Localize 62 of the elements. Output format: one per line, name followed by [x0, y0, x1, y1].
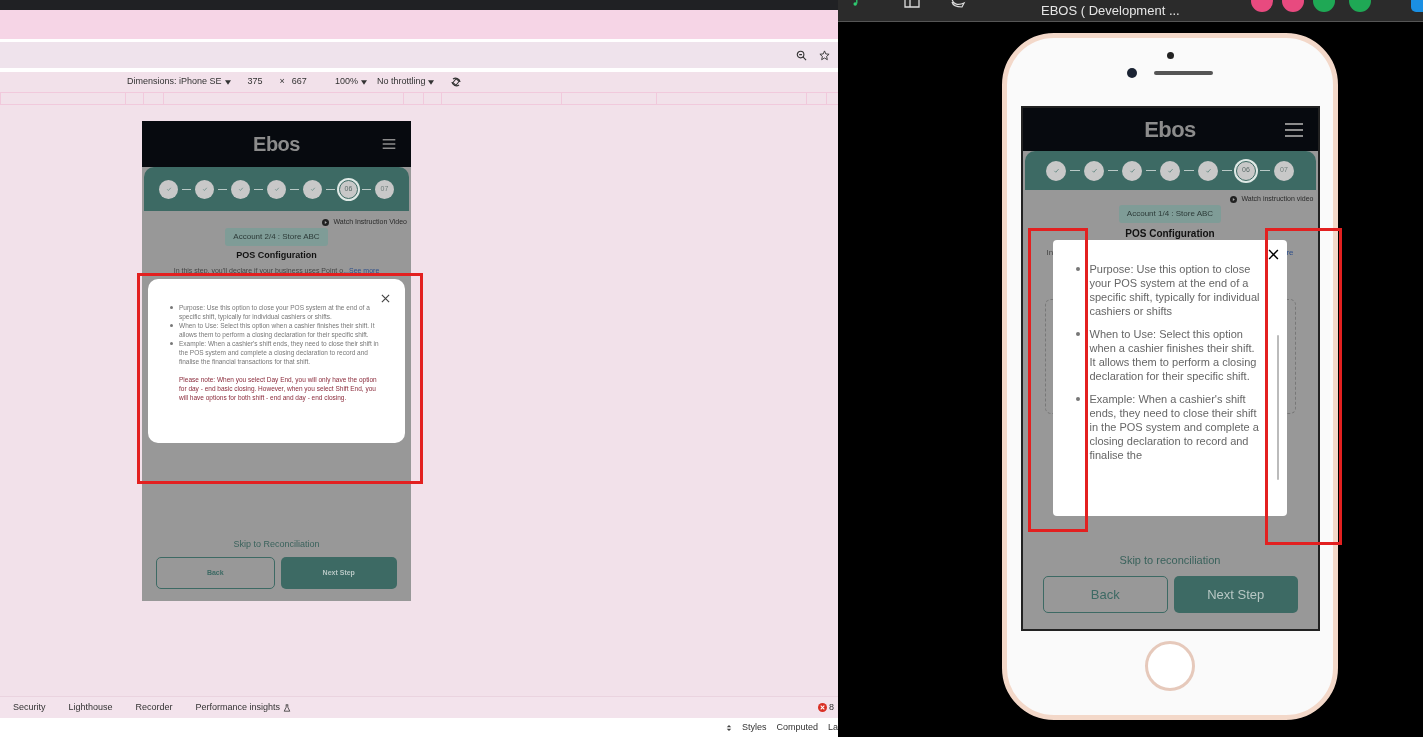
speaker: [1154, 71, 1213, 75]
check-icon: [165, 186, 172, 192]
bullet-icon: [170, 306, 173, 309]
next-step-button[interactable]: Next Step: [1174, 576, 1298, 613]
zoom-dropdown[interactable]: 100%: [334, 75, 358, 89]
sidebar-tab[interactable]: Styles: [741, 720, 767, 735]
account-label: Account 2/4 : Store ABC: [225, 227, 328, 246]
modal-bullet-text: Purpose: Use this option to close your POS system at the end of a specific shift, typically for individual cashiers or shifts: [1089, 262, 1261, 318]
bullet-icon: [1075, 267, 1080, 271]
menu-icon[interactable]: [1283, 121, 1304, 138]
check-icon: [201, 186, 208, 192]
check-icon: [273, 186, 280, 192]
camera: [1127, 68, 1137, 78]
check-icon: [1090, 167, 1098, 174]
caret-icon[interactable]: [428, 79, 435, 85]
music-note-icon[interactable]: [852, 0, 860, 7]
close-icon[interactable]: [381, 294, 390, 303]
page-title: POS Configuration: [236, 248, 317, 262]
check-icon: [1166, 167, 1174, 174]
check-icon: [309, 186, 316, 192]
play-icon[interactable]: [1230, 195, 1238, 203]
error-count: 8: [829, 700, 834, 714]
bullet-icon: [1075, 332, 1080, 336]
account-label: Account 1/4 : Store ABC: [1118, 204, 1222, 223]
star-icon[interactable]: [819, 49, 830, 61]
drawer-tab[interactable]: Lighthouse: [68, 700, 113, 715]
error-icon: [818, 703, 827, 712]
logo: Ebos: [253, 132, 300, 157]
step-description: In: [1046, 246, 1054, 259]
times-sign: ×: [279, 75, 285, 89]
panel-icon[interactable]: [904, 0, 920, 8]
device-dropdown[interactable]: Dimensions: iPhone SE: [127, 75, 222, 89]
close-icon[interactable]: [1267, 249, 1279, 260]
check-icon: [1204, 167, 1212, 174]
height-field[interactable]: 667: [291, 75, 307, 89]
page-title: POS Configuration: [1125, 226, 1215, 241]
sidebar-tab[interactable]: La: [828, 720, 838, 735]
sidebar-tab[interactable]: Computed: [776, 720, 818, 735]
logo: Ebos: [1144, 116, 1196, 144]
bullet-icon: [1075, 397, 1080, 401]
menu-icon[interactable]: [382, 138, 396, 150]
chat-icon[interactable]: [950, 0, 966, 8]
modal-bullet-text: When to Use: Select this option when a cashier finishes their shift. It allows them to perform a closing declaration for their specific shift.: [1089, 327, 1258, 383]
modal-bullet-text: Example: When a cashier's shift ends, they need to close their shift in the POS system and complete a closing declaration to record and finalise the: [1089, 392, 1260, 462]
window-title: EBOS ( Development ...: [1041, 2, 1180, 19]
check-icon: [1128, 167, 1136, 174]
zoom-icon[interactable]: [796, 49, 807, 61]
caret-icon[interactable]: [224, 79, 231, 85]
drawer-tab[interactable]: Recorder: [135, 700, 173, 715]
check-icon: [1052, 167, 1060, 174]
bullet-icon: [170, 324, 173, 327]
rotate-icon[interactable]: [450, 76, 463, 88]
drawer-tab[interactable]: Performance insights: [195, 700, 281, 715]
bullet-icon: [170, 342, 173, 345]
throttling-dropdown[interactable]: No throttling: [376, 75, 426, 89]
caret-icon[interactable]: [360, 79, 367, 85]
check-icon: [237, 186, 244, 192]
drawer-tab[interactable]: Security: [13, 700, 46, 715]
play-icon[interactable]: [322, 218, 330, 226]
flask-icon: [283, 703, 292, 712]
stepper-arrows-icon[interactable]: [725, 722, 732, 733]
width-field[interactable]: 375: [247, 75, 263, 89]
